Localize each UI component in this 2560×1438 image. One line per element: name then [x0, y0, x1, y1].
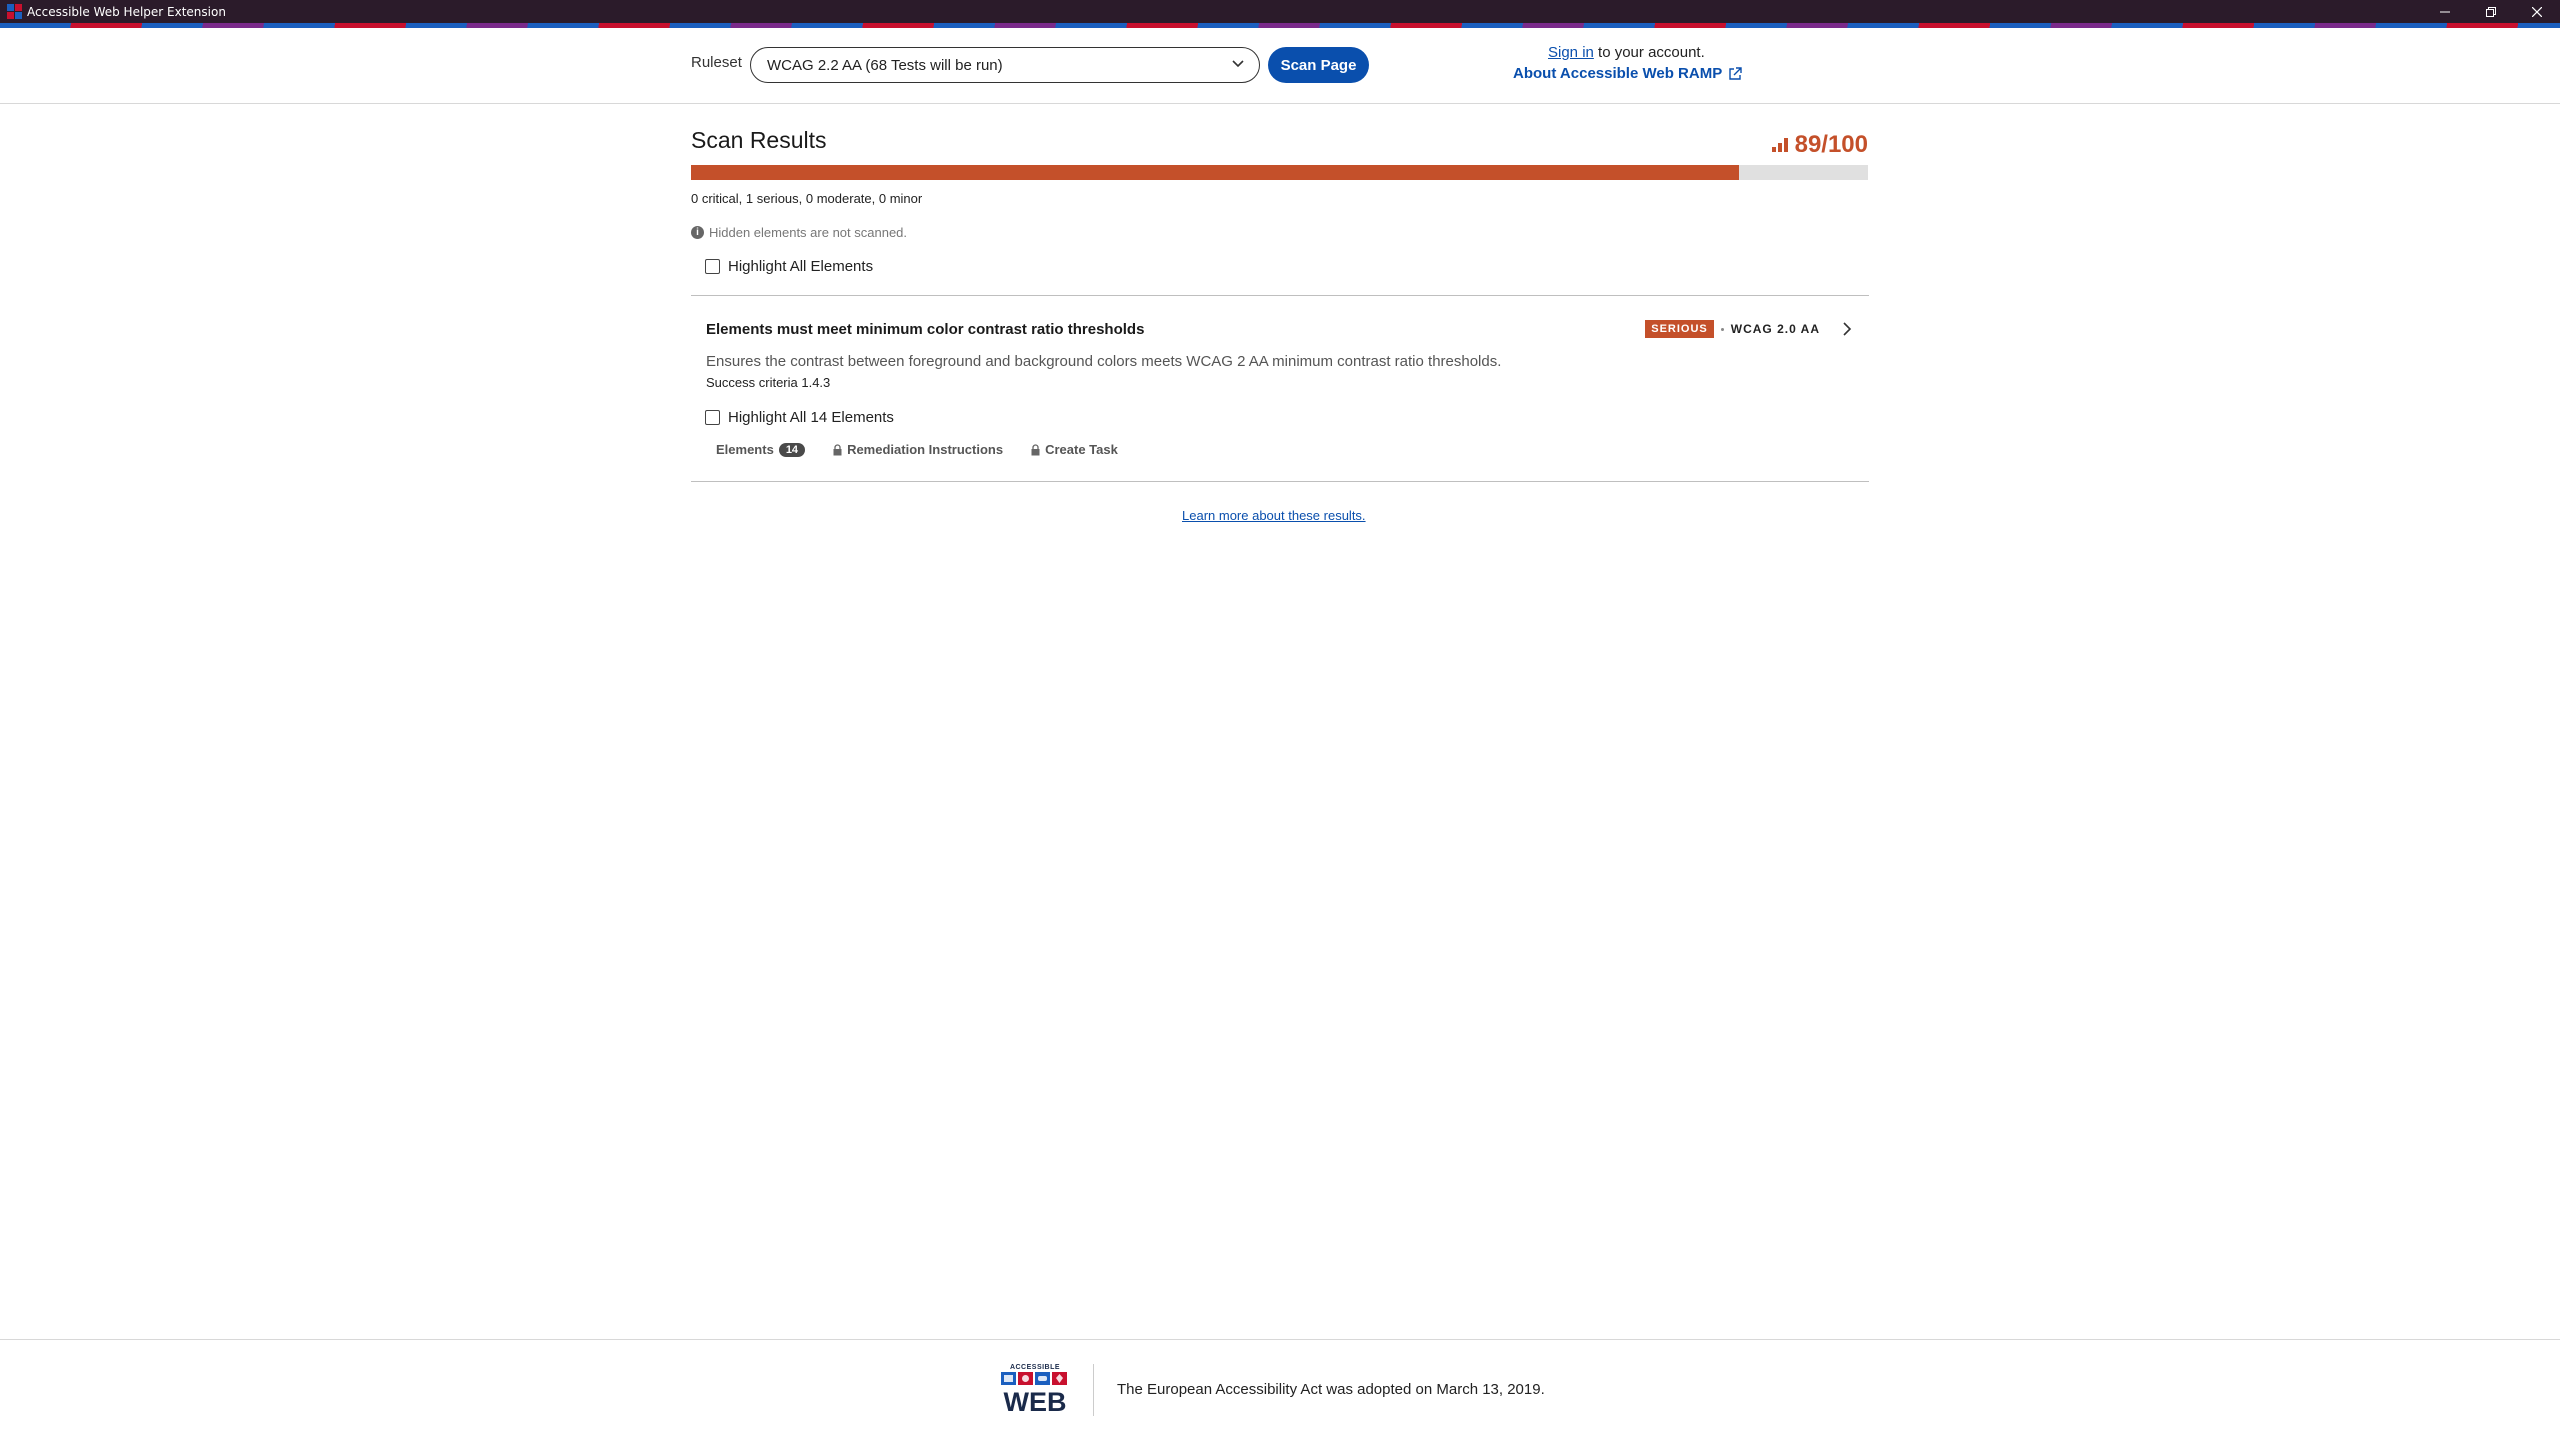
about-link-label: About Accessible Web RAMP [1513, 65, 1723, 82]
close-icon[interactable] [2514, 0, 2560, 23]
sign-in-text: Sign in to your account. [1548, 44, 1705, 61]
lock-icon [1031, 443, 1040, 455]
results-divider [691, 295, 1869, 296]
about-link[interactable]: About Accessible Web RAMP [1513, 65, 1742, 82]
score-value: 89/100 [1794, 131, 1868, 158]
footer-separator [1093, 1364, 1094, 1416]
hidden-elements-note: i Hidden elements are not scanned. [691, 225, 907, 240]
highlight-issue-label: Highlight All 14 Elements [728, 409, 894, 426]
footer: ACCESSIBLE WEB The European Accessibilit… [0, 1339, 2560, 1438]
issue-title: Elements must meet minimum color contras… [706, 321, 1145, 338]
standard-badge: WCAG 2.0 AA [1730, 322, 1820, 336]
ruleset-select-value: WCAG 2.2 AA (68 Tests will be run) [767, 56, 1003, 74]
ruleset-select[interactable]: WCAG 2.2 AA (68 Tests will be run) [750, 47, 1260, 83]
highlight-all-label: Highlight All Elements [728, 258, 874, 275]
info-icon: i [691, 226, 704, 239]
tab-remediation[interactable]: Remediation Instructions [833, 442, 1003, 457]
tab-elements-label: Elements [716, 442, 774, 457]
issue-description: Ensures the contrast between foreground … [706, 353, 1502, 370]
logo-big-text: WEB [1004, 1387, 1067, 1414]
highlight-issue-elements-checkbox[interactable]: Highlight All 14 Elements [705, 409, 894, 426]
score-progress-fill [691, 165, 1739, 180]
tab-create-task-label: Create Task [1045, 442, 1118, 457]
external-link-icon [1729, 66, 1742, 80]
separator-dot [1720, 327, 1724, 331]
issue-badges[interactable]: SERIOUS WCAG 2.0 AA [1645, 320, 1853, 338]
issue-tabs: Elements 14 Remediation Instructions Cre… [716, 442, 1118, 457]
severity-counts: 0 critical, 1 serious, 0 moderate, 0 min… [691, 191, 923, 206]
window-title: Accessible Web Helper Extension [27, 4, 226, 19]
sign-in-suffix: to your account. [1593, 44, 1705, 61]
chevron-right-icon[interactable] [1841, 322, 1853, 336]
ruleset-label: Ruleset [691, 54, 742, 71]
issue-divider [691, 481, 1869, 482]
minimize-icon[interactable] [2422, 0, 2468, 23]
accessible-web-logo: ACCESSIBLE WEB [1001, 1364, 1067, 1414]
severity-badge: SERIOUS [1645, 320, 1714, 338]
elements-count-badge: 14 [778, 442, 806, 457]
app-icon [7, 4, 22, 19]
toolbar-header: Ruleset WCAG 2.2 AA (68 Tests will be ru… [0, 28, 2560, 104]
checkbox-box[interactable] [705, 410, 720, 425]
window-controls [2422, 0, 2560, 23]
learn-more-link[interactable]: Learn more about these results. [1182, 508, 1366, 523]
footer-message: The European Accessibility Act was adopt… [1117, 1381, 1545, 1398]
logo-small-text: ACCESSIBLE [1010, 1364, 1060, 1371]
scan-results-heading: Scan Results [691, 127, 827, 153]
tab-remediation-label: Remediation Instructions [847, 442, 1004, 457]
sign-in-link[interactable]: Sign in [1548, 44, 1594, 61]
hidden-note-text: Hidden elements are not scanned. [709, 225, 908, 240]
success-criteria: Success criteria 1.4.3 [706, 375, 831, 390]
lock-icon [833, 443, 842, 455]
bar-chart-icon [1771, 138, 1788, 152]
restore-icon[interactable] [2468, 0, 2514, 23]
scan-page-button[interactable]: Scan Page [1268, 47, 1369, 83]
score-display: 89/100 [1771, 131, 1868, 159]
tab-create-task[interactable]: Create Task [1031, 442, 1118, 457]
checkbox-box[interactable] [705, 259, 720, 274]
window-titlebar: Accessible Web Helper Extension [0, 0, 2560, 23]
tab-elements[interactable]: Elements 14 [716, 442, 806, 457]
highlight-all-checkbox[interactable]: Highlight All Elements [705, 258, 873, 275]
chevron-down-icon [1232, 60, 1244, 68]
score-progress-bar [691, 165, 1868, 180]
